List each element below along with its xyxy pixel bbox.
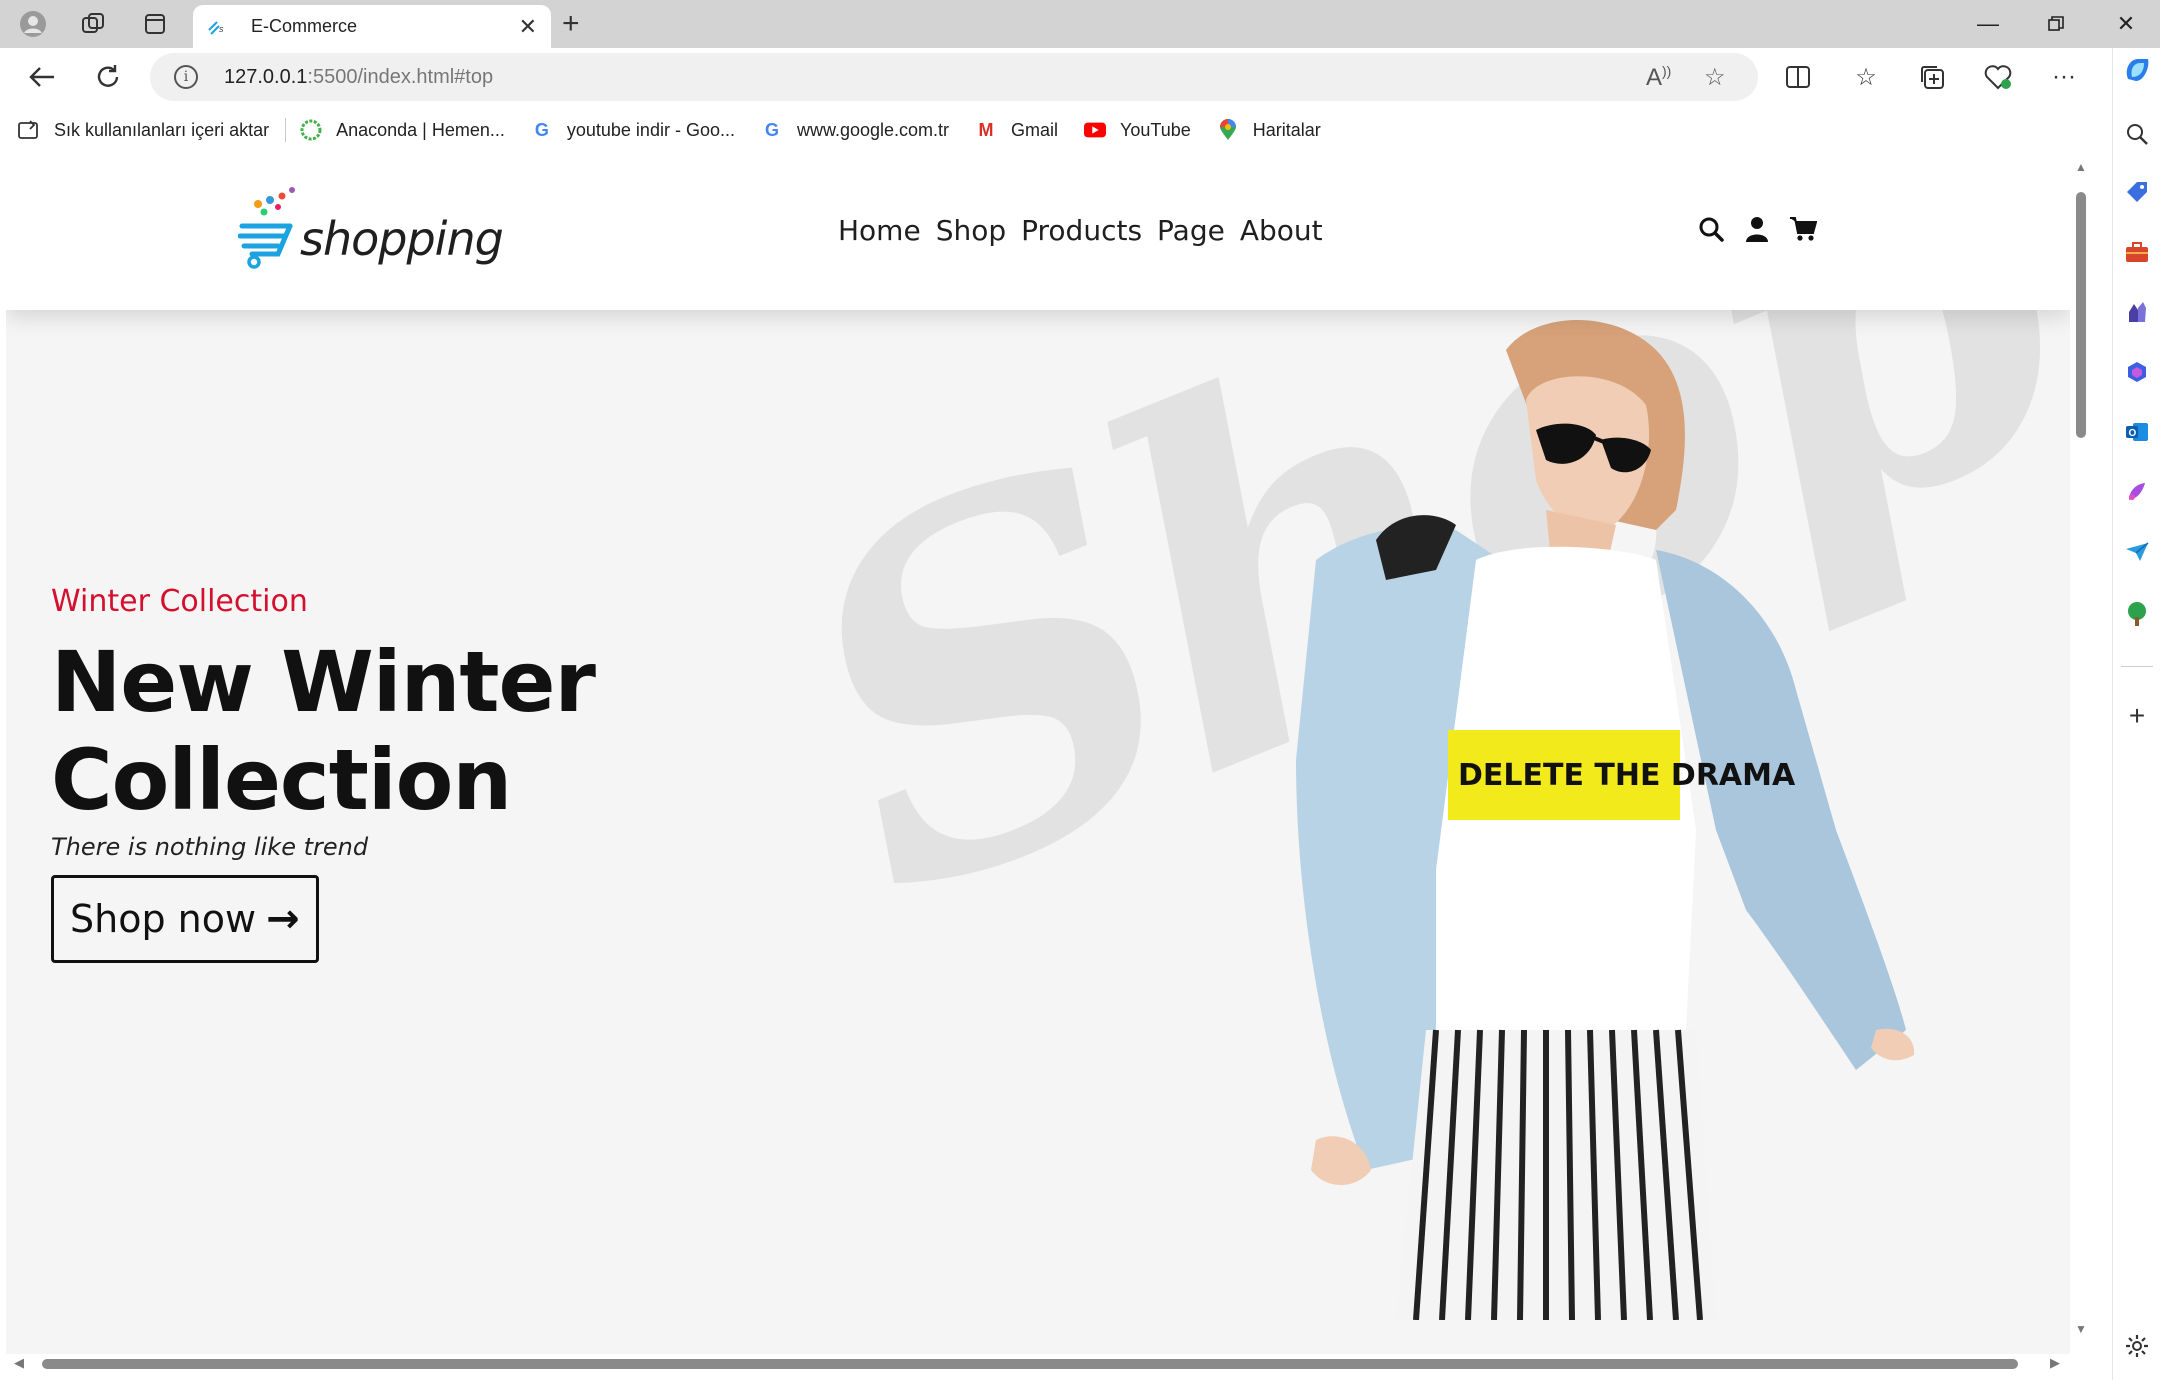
- bookmark-label: Gmail: [1011, 119, 1059, 140]
- page-viewport: shopping Home Shop Products Page About S…: [6, 154, 2070, 1354]
- hero-title-line1: New Winter: [51, 633, 596, 731]
- svg-text:O: O: [2129, 428, 2137, 439]
- hero-title-line2: Collection: [51, 731, 512, 829]
- microsoft365-icon[interactable]: [2121, 356, 2153, 388]
- bookmark-anaconda[interactable]: Anaconda | Hemen...: [300, 119, 505, 141]
- hero-title: New Winter Collection: [51, 633, 596, 829]
- address-bar[interactable]: i 127.0.0.1:5500/index.html#top A)) ☆: [150, 53, 1758, 101]
- cart-logo-icon: [238, 187, 295, 269]
- bookmark-label: Haritalar: [1252, 119, 1321, 140]
- tab-ecommerce[interactable]: s E-Commerce ✕: [193, 5, 551, 48]
- vertical-scroll-thumb[interactable]: [2076, 192, 2086, 438]
- bookmark-divider: [285, 118, 287, 142]
- workspaces-icon[interactable]: [77, 8, 109, 40]
- site-info-icon[interactable]: i: [174, 65, 198, 89]
- gmail-icon: M: [978, 119, 994, 140]
- bookmark-gmail[interactable]: M Gmail: [975, 119, 1059, 141]
- tools-icon[interactable]: [2121, 236, 2153, 268]
- tree-icon[interactable]: [2121, 598, 2153, 630]
- nav-home[interactable]: Home: [838, 214, 921, 247]
- bookmark-label: www.google.com.tr: [796, 119, 950, 140]
- shop-now-button[interactable]: Shop now →: [51, 875, 319, 963]
- send-icon[interactable]: [2121, 536, 2153, 568]
- hero-eyebrow: Winter Collection: [51, 584, 308, 619]
- games-icon[interactable]: [2121, 296, 2153, 328]
- restore-icon[interactable]: [2034, 6, 2078, 42]
- copilot-icon[interactable]: [2121, 54, 2153, 86]
- collections-icon[interactable]: [1912, 58, 1952, 96]
- nav-about[interactable]: About: [1240, 214, 1323, 247]
- shopping-tag-icon[interactable]: [2121, 176, 2153, 208]
- edge-sidebar: O +: [2112, 48, 2160, 1380]
- search-icon[interactable]: [1696, 214, 1726, 244]
- new-tab-icon[interactable]: +: [562, 7, 580, 41]
- scroll-down-icon[interactable]: ▼: [2075, 1322, 2087, 1336]
- site-header: shopping Home Shop Products Page About: [6, 154, 2070, 310]
- bookmark-label: Sık kullanılanları içeri aktar: [54, 119, 270, 140]
- nav-products[interactable]: Products: [1021, 214, 1142, 247]
- minimize-icon[interactable]: —: [1966, 6, 2010, 42]
- browser-toolbar: i 127.0.0.1:5500/index.html#top A)) ☆ ☆ …: [0, 48, 2112, 106]
- add-icon[interactable]: +: [2121, 700, 2153, 732]
- refresh-icon[interactable]: [88, 58, 128, 96]
- tshirt-print-text: DELETE THE DRAMA: [1458, 758, 1796, 793]
- google-icon: G: [764, 119, 779, 140]
- read-aloud-icon[interactable]: A)): [1646, 63, 1671, 92]
- designer-icon[interactable]: [2121, 476, 2153, 508]
- bookmark-youtube-indir[interactable]: G youtube indir - Goo...: [531, 119, 735, 141]
- search-icon[interactable]: [2121, 118, 2153, 150]
- favorite-star-icon[interactable]: ☆: [1704, 63, 1726, 92]
- bookmark-label: YouTube: [1120, 119, 1191, 140]
- logo-text: shopping: [300, 212, 504, 266]
- close-icon[interactable]: ✕: [519, 14, 537, 40]
- sidebar-divider: [2121, 666, 2153, 667]
- hero-model-image: DELETE THE DRAMA: [1296, 320, 1915, 1320]
- bookmark-import[interactable]: Sık kullanılanları içeri aktar: [18, 119, 269, 141]
- user-icon[interactable]: [1742, 214, 1772, 244]
- bookmarks-bar: Sık kullanılanları içeri aktar Anaconda …: [0, 106, 2112, 154]
- site-logo[interactable]: shopping: [238, 182, 504, 282]
- horizontal-scroll-thumb[interactable]: [42, 1359, 2018, 1369]
- horizontal-scrollbar[interactable]: ◀ ▶: [6, 1354, 2070, 1372]
- import-icon: [18, 119, 40, 141]
- maps-icon: [1217, 119, 1239, 141]
- split-screen-icon[interactable]: [1778, 58, 1818, 96]
- bookmark-youtube[interactable]: YouTube: [1084, 119, 1191, 141]
- browser-essentials-icon[interactable]: [1978, 58, 2018, 96]
- tab-actions-icon[interactable]: [139, 8, 171, 40]
- favorites-icon[interactable]: ☆: [1846, 58, 1886, 96]
- scroll-left-icon[interactable]: ◀: [14, 1355, 24, 1371]
- browser-tab-bar: s E-Commerce ✕ + — ✕: [0, 0, 2160, 48]
- bookmark-google[interactable]: G www.google.com.tr: [761, 119, 949, 141]
- outlook-icon[interactable]: O: [2121, 416, 2153, 448]
- nav-shop[interactable]: Shop: [936, 214, 1006, 247]
- header-actions: [1696, 214, 1818, 244]
- striped-pants: [1396, 1029, 1716, 1320]
- close-window-icon[interactable]: ✕: [2104, 6, 2148, 42]
- hero-subtitle: There is nothing like trend: [51, 833, 369, 861]
- profile-icon[interactable]: [17, 8, 49, 40]
- bookmark-maps[interactable]: Haritalar: [1217, 119, 1321, 141]
- arrow-right-icon: →: [266, 896, 300, 942]
- back-icon[interactable]: [22, 58, 62, 96]
- tab-favicon-icon: s: [207, 17, 233, 37]
- anaconda-icon: [300, 119, 322, 141]
- scroll-right-icon[interactable]: ▶: [2050, 1355, 2060, 1371]
- vertical-scrollbar[interactable]: ▲ ▼: [2070, 154, 2092, 1354]
- bookmark-label: Anaconda | Hemen...: [336, 119, 505, 140]
- youtube-icon: [1084, 119, 1107, 141]
- hero-section: Winter Collection New Winter Collection …: [51, 584, 596, 963]
- bookmark-label: youtube indir - Goo...: [566, 119, 735, 140]
- url-text[interactable]: 127.0.0.1:5500/index.html#top: [224, 66, 493, 89]
- tab-title: E-Commerce: [251, 16, 358, 36]
- main-nav: Home Shop Products Page About: [838, 214, 1323, 247]
- svg-text:s: s: [219, 24, 224, 34]
- cart-icon[interactable]: [1788, 214, 1818, 244]
- scroll-up-icon[interactable]: ▲: [2075, 160, 2087, 174]
- shop-now-label: Shop now: [70, 897, 257, 941]
- more-options-icon[interactable]: ···: [2044, 58, 2084, 96]
- nav-page[interactable]: Page: [1157, 214, 1225, 247]
- google-icon: G: [534, 119, 549, 140]
- gear-icon[interactable]: [2121, 1330, 2153, 1362]
